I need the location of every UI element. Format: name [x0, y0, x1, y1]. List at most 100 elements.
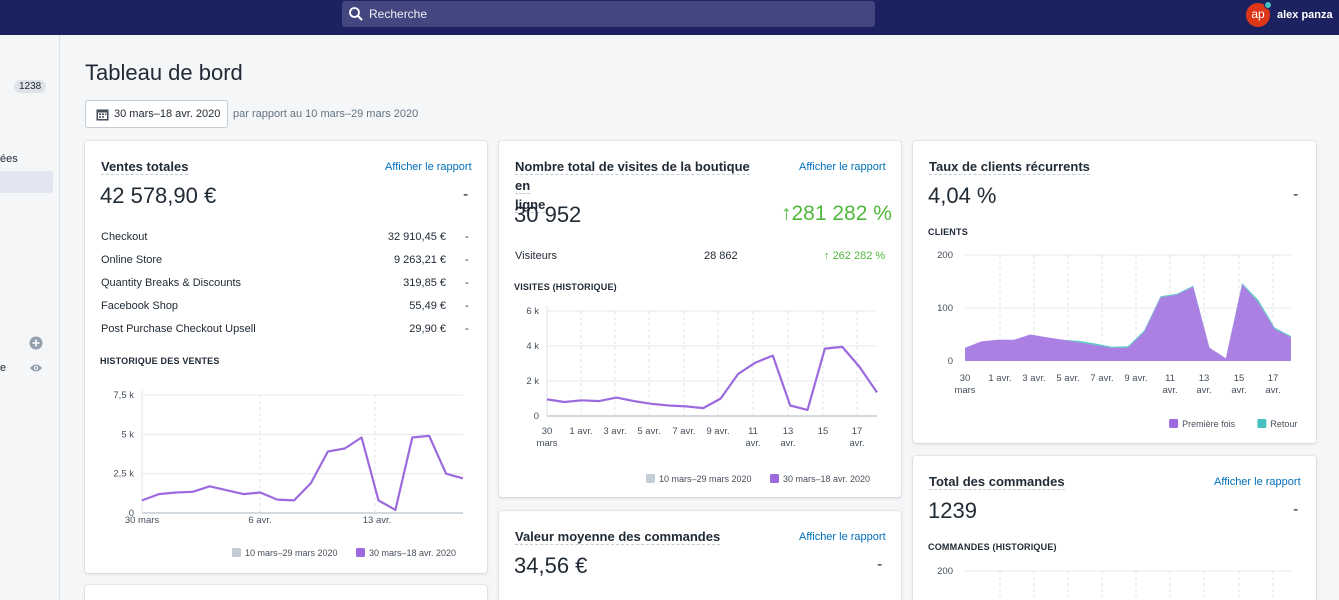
date-range-button[interactable]: 30 mars–18 avr. 2020 [85, 100, 228, 128]
x-tick-label: 5 avr. [637, 426, 660, 437]
sales-card: Ventes totales Afficher le rapport 42 57… [85, 141, 487, 573]
x-tick-label: 5 avr. [1056, 373, 1079, 384]
search-icon [349, 7, 363, 21]
sidebar-item-active[interactable] [0, 171, 53, 193]
x-tick-label: avr. [1162, 385, 1177, 396]
sales-row-label: Quantity Breaks & Discounts [101, 277, 242, 289]
y-tick-label: 2 k [526, 376, 539, 387]
visits-history-chart: 0 2 k 4 k 6 k 30mars 1 avr. 3 avr. 5 avr. 7 avr.… [526, 306, 878, 484]
series-area-first-time [965, 284, 1291, 361]
eye-icon[interactable] [29, 362, 43, 374]
sidebar-item-label[interactable]: ées [0, 153, 18, 165]
x-tick-label: 15 [1234, 373, 1245, 384]
visits-total-change: ↑281 282 % [781, 202, 892, 225]
y-tick-label: 7,5 k [113, 390, 134, 401]
orders-card-title[interactable]: Total des commandes [929, 472, 1065, 491]
x-tick-label: 3 avr. [1022, 373, 1045, 384]
x-tick-label: 7 avr. [672, 426, 695, 437]
legend-label: Retour [1270, 419, 1297, 429]
legend-swatch [232, 548, 241, 557]
y-tick-label: 2,5 k [113, 469, 134, 480]
x-tick-label: 9 avr. [706, 426, 729, 437]
returning-customers-card: Taux de clients récurrents 4,04 % - CLIE… [913, 141, 1316, 443]
sales-row-change: - [465, 300, 469, 312]
visits-chart-title: VISITES (HISTORIQUE) [514, 282, 617, 292]
visitors-value: 28 862 [704, 250, 738, 262]
visitors-change: ↑ 262 282 % [824, 250, 886, 262]
x-tick-label: mars [954, 385, 975, 396]
y-tick-label: 200 [937, 250, 953, 261]
visits-total-value: 30 952 [514, 202, 582, 227]
series-line [546, 345, 878, 412]
sales-row-label: Post Purchase Checkout Upsell [101, 323, 256, 335]
y-tick-label: 5 k [121, 429, 134, 440]
sales-row-value: 32 910,45 € [387, 231, 446, 243]
sales-total-change: - [463, 186, 469, 203]
sales-row-label: Checkout [101, 231, 148, 243]
x-tick-label: 6 avr. [248, 515, 271, 526]
x-tick-label: 11 [748, 426, 758, 437]
legend-swatch [770, 474, 779, 483]
legend-label: 10 mars–29 mars 2020 [245, 548, 338, 558]
sales-row-value: 29,90 € [409, 323, 446, 335]
plus-circle-icon[interactable] [29, 336, 43, 350]
x-tick-label: avr. [849, 438, 864, 449]
aov-card-title[interactable]: Valeur moyenne des commandes [515, 527, 721, 546]
visits-report-link[interactable]: Afficher le rapport [799, 161, 886, 173]
sidebar: 1238 ées e [0, 35, 60, 600]
y-tick-label: 4 k [526, 341, 539, 352]
orders-card: Total des commandes Afficher le rapport … [913, 456, 1316, 600]
legend-label: 10 mars–29 mars 2020 [659, 474, 752, 484]
returning-rate-change: - [1293, 186, 1299, 203]
x-tick-label: 13 [1199, 373, 1210, 384]
legend-label: Première fois [1182, 419, 1236, 429]
x-tick-label: 7 avr. [1090, 373, 1113, 384]
legend-swatch [646, 474, 655, 483]
orders-report-link[interactable]: Afficher le rapport [1214, 476, 1301, 488]
user-name[interactable]: alex panza [1277, 9, 1333, 21]
legend-swatch [1257, 419, 1267, 428]
x-tick-label: 17 [1268, 373, 1279, 384]
visitors-label: Visiteurs [515, 250, 557, 262]
visits-card: Nombre total de visites de la boutique e… [499, 141, 901, 497]
returning-card-title[interactable]: Taux de clients récurrents [929, 157, 1090, 176]
x-tick-label: 1 avr. [569, 426, 592, 437]
x-tick-label: 13 avr. [363, 515, 392, 526]
search-bar[interactable]: Recherche [342, 1, 875, 27]
x-tick-label: 1 avr. [988, 373, 1011, 384]
legend-swatch [1169, 419, 1179, 428]
page-title: Tableau de bord [85, 60, 243, 85]
x-tick-label: 30 mars [125, 515, 160, 526]
date-range-label: 30 mars–18 avr. 2020 [114, 108, 221, 120]
y-tick-label: 6 k [526, 306, 539, 317]
x-tick-label: 30 [960, 373, 971, 384]
sales-row-value: 9 263,21 € [394, 254, 446, 266]
orders-total-value: 1239 [928, 498, 977, 523]
x-tick-label: 11 [1165, 373, 1175, 384]
sales-row-change: - [465, 231, 469, 243]
sales-chart-title: HISTORIQUE DES VENTES [100, 356, 220, 366]
arrow-up-icon: ↑ [824, 250, 833, 262]
x-tick-label: avr. [780, 438, 795, 449]
sidebar-item-label-2[interactable]: e [0, 362, 6, 374]
bottom-card [85, 585, 487, 600]
customers-chart-title: CLIENTS [928, 227, 968, 237]
orders-count-badge: 1238 [14, 80, 47, 93]
series-line [141, 434, 464, 511]
x-tick-label: mars [536, 438, 557, 449]
sales-row-label: Online Store [101, 254, 163, 266]
x-tick-label: avr. [1196, 385, 1211, 396]
returning-rate-value: 4,04 % [928, 183, 997, 208]
sales-row-label: Facebook Shop [101, 300, 179, 312]
sales-card-title[interactable]: Ventes totales [101, 157, 189, 176]
x-tick-label: 30 [542, 426, 553, 437]
sales-row-value: 319,85 € [403, 277, 446, 289]
x-tick-label: 13 [783, 426, 794, 437]
legend-swatch [356, 548, 365, 557]
aov-card: Valeur moyenne des commandes Afficher le… [499, 511, 901, 600]
x-tick-label: 9 avr. [1124, 373, 1147, 384]
sales-report-link[interactable]: Afficher le rapport [385, 161, 472, 173]
aov-report-link[interactable]: Afficher le rapport [799, 531, 886, 543]
sales-history-chart: 02,5 k5 k7,5 k30 mars 6 avr. 13 avr.30 mar… [113, 390, 464, 558]
x-tick-label: 17 [852, 426, 863, 437]
